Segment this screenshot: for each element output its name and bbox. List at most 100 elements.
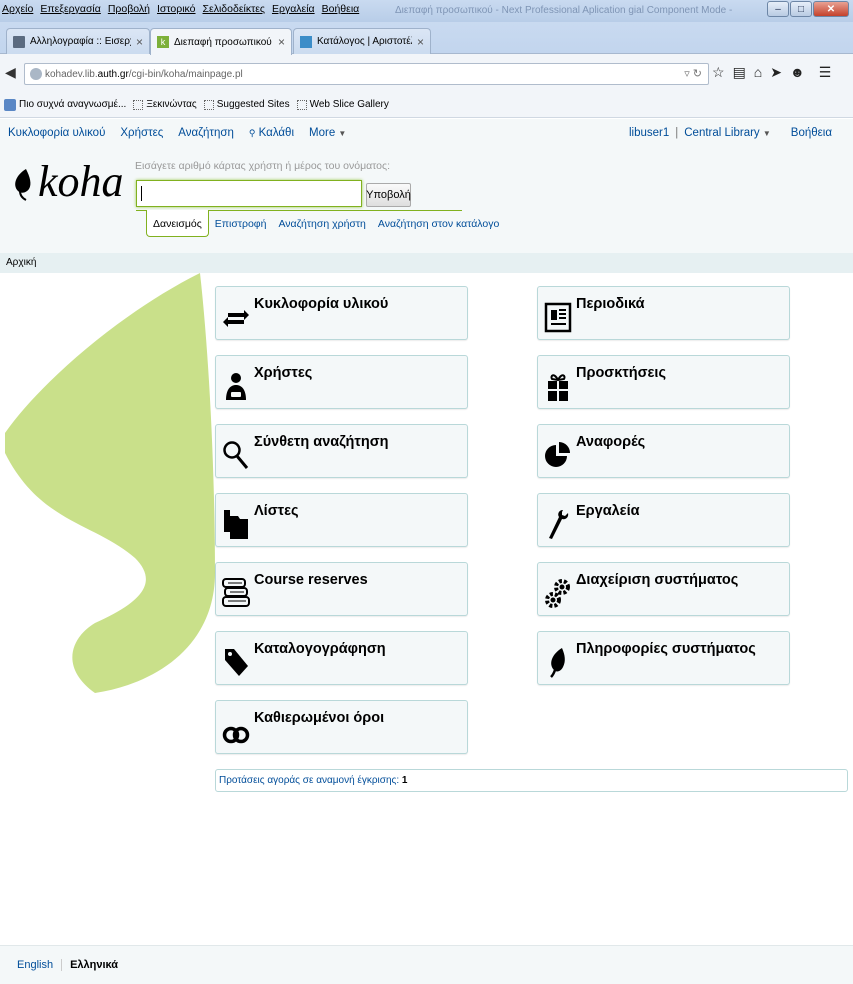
url-domain: auth.gr <box>97 68 129 80</box>
chain-link-icon <box>222 726 250 744</box>
breadcrumb-home[interactable]: Αρχική <box>6 257 36 268</box>
language-greek: Ελληνικά <box>61 959 118 971</box>
close-window-icon[interactable]: ✕ <box>813 1 849 17</box>
language-english[interactable]: English <box>17 959 53 971</box>
pending-suggestions-link[interactable]: Προτάσεις αγοράς σε αναμονή έγκρισης: 1 <box>219 775 407 786</box>
tab-search-catalog[interactable]: Αναζήτηση στον κατάλογο <box>372 210 505 237</box>
tab-mail[interactable]: Αλληλογραφία :: Εισερχόμ... × <box>6 28 150 54</box>
koha-logo[interactable]: koha <box>12 160 124 204</box>
help-link[interactable]: Βοήθεια <box>791 127 832 139</box>
magnifier-icon <box>223 441 249 469</box>
module-course-reserves[interactable]: Course reserves <box>215 562 468 616</box>
home-icon[interactable]: ⌂ <box>754 64 762 81</box>
address-bar[interactable]: kohadev.lib. auth.gr/cgi-bin/koha/mainpag… <box>24 63 709 85</box>
page-icon <box>133 99 144 110</box>
module-tools[interactable]: Εργαλεία <box>537 493 790 547</box>
close-tab-icon[interactable]: × <box>278 35 285 49</box>
window-title: Διεπαφή προσωπικού - Next Professional A… <box>395 5 735 16</box>
tab-catalog[interactable]: Κατάλογος | Αριστοτέλειο ... × <box>293 28 431 54</box>
separator: | <box>675 127 679 139</box>
language-footer: English Ελληνικά <box>0 945 853 984</box>
menu-history[interactable]: Ιστορικό <box>157 3 196 15</box>
patron-person-icon <box>226 373 246 400</box>
module-serials[interactable]: Περιοδικά <box>537 286 790 340</box>
pending-suggestions-count: 1 <box>401 775 408 786</box>
envelope-icon <box>13 35 25 48</box>
koha-top-nav: Κυκλοφορία υλικού Χρήστες Αναζήτηση ⚲ Κα… <box>8 127 346 139</box>
module-patrons[interactable]: Χρήστες <box>215 355 468 409</box>
site-identity-icon[interactable] <box>30 68 42 80</box>
koha-leaf-logo-icon <box>15 169 31 201</box>
books-stack-icon <box>222 578 250 607</box>
url-path: /cgi-bin/koha/mainpage.pl <box>128 68 243 80</box>
reading-list-icon[interactable]: ▤ <box>733 64 746 81</box>
nav-patrons[interactable]: Χρήστες <box>120 127 163 139</box>
text-cursor <box>141 186 142 201</box>
nav-circulation[interactable]: Κυκλοφορία υλικού <box>8 127 105 139</box>
patron-search-input[interactable] <box>136 180 362 207</box>
hamburger-menu-icon[interactable]: ☰ <box>819 64 832 81</box>
menu-view[interactable]: Προβολή <box>108 3 150 15</box>
menu-edit[interactable]: Επεξεργασία <box>40 3 101 15</box>
module-about[interactable]: Πληροφορίες συστήματος <box>537 631 790 685</box>
newspaper-icon <box>544 302 572 333</box>
bookmark-most-visited[interactable]: Πιο συχνά αναγνωσμέ... <box>4 98 126 111</box>
nav-search[interactable]: Αναζήτηση <box>178 127 234 139</box>
menu-tools[interactable]: Εργαλεία <box>272 3 315 15</box>
close-tab-icon[interactable]: × <box>136 35 143 49</box>
bookmark-star-icon[interactable]: ☆ <box>712 64 725 81</box>
search-tabs: Δανεισμός Επιστροφή Αναζήτηση χρήστη Ανα… <box>146 210 505 237</box>
bookmark-web-slice-gallery[interactable]: Web Slice Gallery <box>296 99 389 110</box>
tab-staff-interface[interactable]: k Διεπαφή προσωπικού × <box>150 28 292 55</box>
catalog-favicon-icon <box>300 35 312 48</box>
circulation-arrows-icon <box>223 310 249 327</box>
tab-search-patrons[interactable]: Αναζήτηση χρήστη <box>272 210 371 237</box>
bookmark-getting-started[interactable]: Ξεκινώντας <box>133 99 197 110</box>
koha-leaf-icon <box>550 648 565 678</box>
menu-bar: Αρχείο Επεξεργασία Προβολή Ιστορικό Σελι… <box>2 3 359 15</box>
nav-more[interactable]: More ▼ <box>309 127 346 139</box>
window-titlebar: Αρχείο Επεξεργασία Προβολή Ιστορικό Σελι… <box>0 0 853 22</box>
menu-file[interactable]: Αρχείο <box>2 3 33 15</box>
caret-down-icon: ▼ <box>762 129 771 138</box>
reload-icon[interactable]: ▿ ↻ <box>684 67 702 80</box>
close-tab-icon[interactable]: × <box>417 35 424 49</box>
bookmark-suggested-sites[interactable]: Suggested Sites <box>203 99 290 110</box>
bookmark-folder-icon <box>4 98 16 111</box>
toolbar-icons: ☆ ▤ ⌂ ➤ ☻ ☰ <box>712 64 831 81</box>
back-icon[interactable]: ◀ <box>5 64 16 81</box>
tag-icon <box>225 649 248 676</box>
window-controls: – □ ✕ <box>767 1 849 17</box>
module-lists[interactable]: Λίστες <box>215 493 468 547</box>
menu-bookmarks[interactable]: Σελιδοδείκτες <box>203 3 265 15</box>
nav-cart[interactable]: ⚲ Καλάθι <box>249 127 294 139</box>
send-icon[interactable]: ➤ <box>770 64 782 81</box>
menu-help[interactable]: Βοήθεια <box>322 3 360 15</box>
module-authorities[interactable]: Καθιερωμένοι όροι <box>215 700 468 754</box>
logged-in-user[interactable]: libuser1 <box>629 127 669 139</box>
caret-down-icon: ▼ <box>338 129 347 138</box>
folder-icon <box>224 510 248 539</box>
wrench-icon <box>549 510 569 539</box>
module-cataloging[interactable]: Καταλογογράφηση <box>215 631 468 685</box>
chat-icon[interactable]: ☻ <box>790 64 805 81</box>
module-advanced-search[interactable]: Σύνθετη αναζήτηση <box>215 424 468 478</box>
main-content: Κυκλοφορία υλικού Χρήστες Σύνθετη αναζήτ… <box>0 273 853 945</box>
bookmarks-toolbar: Πιο συχνά αναγνωσμέ... Ξεκινώντας Sugges… <box>0 92 853 118</box>
tab-bar: Αλληλογραφία :: Εισερχόμ... × k Διεπαφή … <box>0 22 853 69</box>
koha-header: Κυκλοφορία υλικού Χρήστες Αναζήτηση ⚲ Κα… <box>0 119 853 253</box>
cart-icon: ⚲ <box>248 128 256 138</box>
tab-checkout[interactable]: Δανεισμός <box>146 210 209 237</box>
tab-checkin[interactable]: Επιστροφή <box>209 210 273 237</box>
page-icon <box>296 99 307 110</box>
module-acquisitions[interactable]: Προσκτήσεις <box>537 355 790 409</box>
maximize-icon[interactable]: □ <box>790 1 812 17</box>
library-selector[interactable]: Central Library ▼ <box>684 127 771 139</box>
submit-button[interactable]: Υποβολή <box>366 183 411 207</box>
module-circulation[interactable]: Κυκλοφορία υλικού <box>215 286 468 340</box>
gift-icon <box>548 374 568 401</box>
module-reports[interactable]: Αναφορές <box>537 424 790 478</box>
minimize-icon[interactable]: – <box>767 1 789 17</box>
module-administration[interactable]: Διαχείριση συστήματος <box>537 562 790 616</box>
pie-chart-icon <box>545 442 570 467</box>
